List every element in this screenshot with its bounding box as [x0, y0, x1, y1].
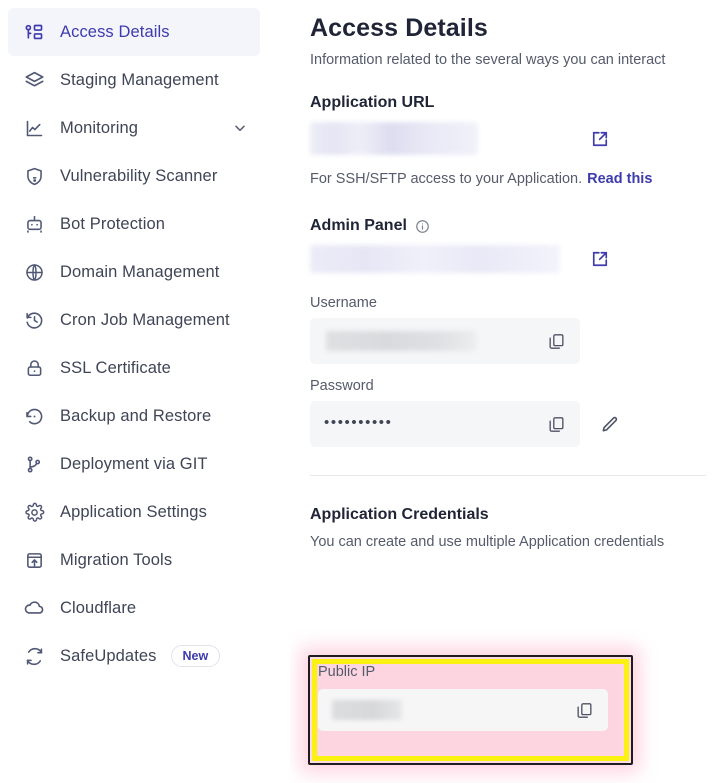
- sidebar-item-cron-job-management[interactable]: Cron Job Management: [8, 296, 260, 344]
- layers-icon: [22, 68, 46, 92]
- page-subtitle: Information related to the several ways …: [310, 52, 666, 68]
- public-ip-highlight: Public IP: [290, 637, 650, 783]
- sidebar-item-domain-management[interactable]: Domain Management: [8, 248, 260, 296]
- lock-icon: [22, 356, 46, 380]
- application-url-value: [310, 122, 478, 155]
- password-field[interactable]: ••••••••••: [310, 401, 580, 447]
- page-title: Access Details: [310, 14, 488, 42]
- sidebar-item-label: Cron Job Management: [60, 310, 230, 329]
- application-url-heading-text: Application URL: [310, 94, 435, 111]
- application-url-row: [310, 122, 716, 155]
- external-link-icon[interactable]: [590, 249, 610, 269]
- read-this-link[interactable]: Read this: [587, 171, 652, 187]
- application-credentials-heading: Application Credentials: [310, 506, 716, 524]
- sidebar-item-label: SSL Certificate: [60, 358, 171, 377]
- public-ip-group: Public IP: [318, 664, 623, 731]
- application-credentials-heading-text: Application Credentials: [310, 506, 489, 523]
- sidebar-item-label: Deployment via GIT: [60, 454, 208, 473]
- password-row: ••••••••••: [310, 401, 716, 447]
- pencil-icon[interactable]: [600, 415, 619, 434]
- robot-icon: [22, 212, 46, 236]
- sidebar-item-label: Backup and Restore: [60, 406, 212, 425]
- ssh-sftp-hint: For SSH/SFTP access to your Application.…: [310, 171, 716, 187]
- ssh-sftp-hint-text: For SSH/SFTP access to your Application.: [310, 171, 583, 187]
- application-url-heading: Application URL: [310, 94, 716, 112]
- gear-icon: [22, 500, 46, 524]
- chevron-down-icon[interactable]: [232, 120, 248, 136]
- sidebar-item-label: Cloudflare: [60, 598, 137, 617]
- sidebar-item-label: Application Settings: [60, 502, 207, 521]
- public-ip-field[interactable]: [318, 689, 608, 731]
- sidebar-item-deployment-via-git[interactable]: Deployment via GIT: [8, 440, 260, 488]
- password-label: Password: [310, 378, 374, 394]
- sidebar-nav: Access Details Staging Management Monito…: [0, 0, 290, 783]
- sidebar-item-label: Domain Management: [60, 262, 220, 281]
- public-ip-value: [332, 700, 402, 720]
- sidebar-item-application-settings[interactable]: Application Settings: [8, 488, 260, 536]
- sidebar-item-monitoring[interactable]: Monitoring: [8, 104, 260, 152]
- info-circle-icon[interactable]: [415, 219, 430, 234]
- sidebar-item-vulnerability-scanner[interactable]: Vulnerability Scanner: [8, 152, 260, 200]
- sidebar-item-label: Staging Management: [60, 70, 219, 89]
- sidebar-item-label: Vulnerability Scanner: [60, 166, 218, 185]
- sidebar-item-label: Monitoring: [60, 118, 139, 137]
- sidebar-item-label: Access Details: [60, 22, 170, 41]
- copy-icon[interactable]: [547, 415, 566, 434]
- cloud-icon: [22, 596, 46, 620]
- sidebar-item-label: Migration Tools: [60, 550, 173, 569]
- chart-line-icon: [22, 116, 46, 140]
- upload-box-icon: [22, 548, 46, 572]
- www-globe-icon: [22, 260, 46, 284]
- admin-panel-heading: Admin Panel: [310, 217, 716, 235]
- copy-icon[interactable]: [547, 332, 566, 351]
- password-value: ••••••••••: [324, 414, 393, 431]
- admin-panel-url-value: [310, 245, 560, 273]
- restore-icon: [22, 404, 46, 428]
- sidebar-item-backup-and-restore[interactable]: Backup and Restore: [8, 392, 260, 440]
- username-label: Username: [310, 295, 377, 311]
- external-link-icon[interactable]: [590, 129, 610, 149]
- status-badge-new: New: [170, 644, 221, 668]
- application-credentials-subtitle: You can create and use multiple Applicat…: [310, 534, 665, 550]
- section-divider: [310, 475, 706, 476]
- sidebar-item-bot-protection[interactable]: Bot Protection: [8, 200, 260, 248]
- sidebar-item-label: Bot Protection: [60, 214, 166, 233]
- sidebar-item-ssl-certificate[interactable]: SSL Certificate: [8, 344, 260, 392]
- sidebar-item-label: SafeUpdates: [60, 646, 157, 665]
- admin-panel-url-row: [310, 245, 716, 273]
- username-field[interactable]: [310, 318, 580, 364]
- public-ip-label: Public IP: [318, 664, 376, 680]
- access-details-page: Access Details Staging Management Monito…: [0, 0, 716, 783]
- username-value: [326, 331, 476, 351]
- copy-icon[interactable]: [575, 701, 594, 720]
- sidebar-item-migration-tools[interactable]: Migration Tools: [8, 536, 260, 584]
- sidebar-item-cloudflare[interactable]: Cloudflare: [8, 584, 260, 632]
- admin-panel-heading-text: Admin Panel: [310, 217, 407, 234]
- sidebar-item-access-details[interactable]: Access Details: [8, 8, 260, 56]
- shield-alert-icon: [22, 164, 46, 188]
- clock-history-icon: [22, 308, 46, 332]
- sidebar-item-safeupdates[interactable]: SafeUpdates New: [8, 632, 260, 680]
- key-list-icon: [22, 20, 46, 44]
- main-content: Access Details Information related to th…: [290, 0, 716, 783]
- refresh-icon: [22, 644, 46, 668]
- sidebar-item-staging-management[interactable]: Staging Management: [8, 56, 260, 104]
- git-branch-icon: [22, 452, 46, 476]
